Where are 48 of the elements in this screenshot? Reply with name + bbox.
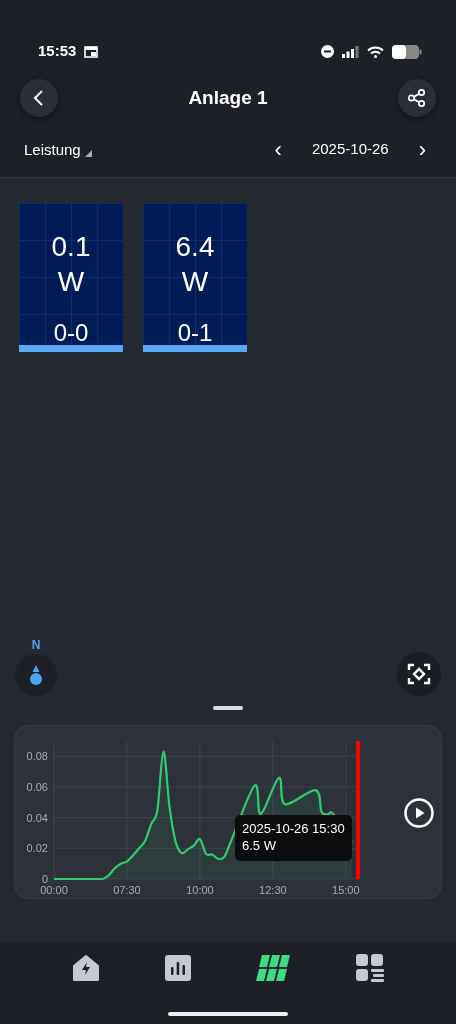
battery-icon: [392, 44, 422, 59]
focus-icon: [407, 662, 431, 686]
tile-label: 0-1: [177, 321, 213, 345]
back-icon: [32, 89, 46, 107]
tile-unit: W: [181, 265, 209, 299]
compass-button[interactable]: [15, 654, 57, 696]
panel-tile[interactable]: 6.4 W 0-1: [143, 203, 247, 352]
y-tick-label: 0.04: [26, 811, 48, 824]
do-not-disturb-icon: [321, 45, 334, 58]
y-tick-label: 0: [41, 873, 48, 885]
x-tick-label: 00:00: [40, 884, 68, 896]
date-label: 2025-10-26: [311, 139, 389, 160]
bar-chart-icon: [164, 954, 192, 982]
signal-icon: [342, 45, 359, 58]
play-button[interactable]: [403, 797, 435, 829]
y-tick-label: 0.02: [26, 842, 48, 855]
x-tick-label: 12:30: [259, 884, 287, 896]
x-tick-label: 07:30: [113, 884, 141, 896]
previous-day-button[interactable]: ‹: [268, 138, 288, 161]
y-tick-label: 0.08: [26, 750, 48, 763]
page-title: Anlage 1: [188, 85, 268, 110]
dropdown-icon: [84, 150, 92, 157]
north-label: N: [30, 637, 42, 654]
solar-panel-icon: [256, 954, 292, 982]
tile-value: 0.1: [51, 230, 91, 264]
wifi-icon: [367, 45, 384, 58]
share-icon: [407, 88, 427, 108]
calendar-icon: [84, 45, 99, 58]
dashboard-icon: [356, 954, 384, 982]
play-icon: [403, 797, 435, 829]
recenter-button[interactable]: [397, 652, 441, 696]
share-button[interactable]: [398, 79, 436, 117]
tooltip-value: 6.5 W: [242, 837, 277, 855]
tooltip-time: 2025-10-26 15:30: [242, 821, 345, 838]
back-button[interactable]: [20, 79, 58, 117]
panel-tile[interactable]: 0.1 W 0-0: [19, 203, 123, 352]
energy-home-icon: [72, 954, 100, 982]
tile-unit: W: [57, 265, 85, 299]
x-tick-label: 15:00: [332, 884, 360, 896]
next-day-button[interactable]: ›: [412, 138, 432, 161]
tile-value: 6.4: [175, 230, 215, 264]
x-tick-label: 10:00: [186, 884, 214, 896]
compass-icon: [29, 664, 43, 686]
y-tick-label: 0.06: [26, 781, 48, 793]
status-time: 15:53: [38, 41, 77, 62]
drag-handle[interactable]: [213, 706, 243, 710]
tile-label: 0-0: [53, 321, 89, 345]
metric-dropdown[interactable]: Leistung: [24, 142, 92, 157]
